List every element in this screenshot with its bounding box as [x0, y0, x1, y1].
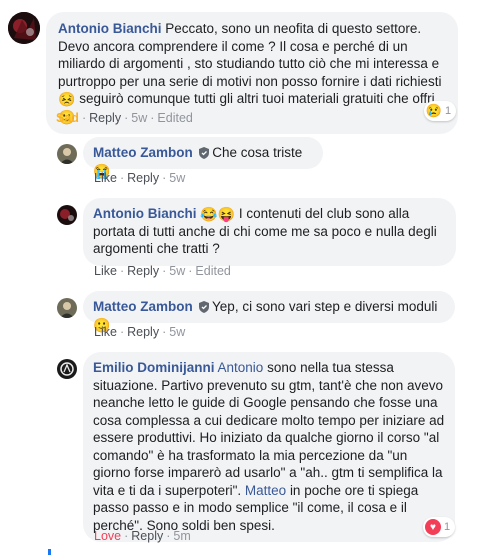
admin-shield-icon [198, 147, 209, 159]
comment-actions: Sad · Reply · 5w · Edited [56, 111, 193, 125]
tongue-out-emoji-icon: 😝 [217, 206, 236, 222]
comment-text: Yep, ci sono vari step e diversi moduli [212, 299, 438, 314]
author-name[interactable]: Antonio Bianchi [58, 21, 162, 36]
comment-actions: Like · Reply · 5w [94, 171, 186, 185]
persevering-face-emoji-icon: 😣 [58, 91, 76, 107]
comment-actions: Like · Reply · 5w · Edited [94, 264, 231, 278]
sad-reaction-icon: 😢 [425, 103, 443, 118]
comment-bubble: Matteo Zambon Yep, ci sono vari step e d… [83, 291, 455, 332]
timestamp[interactable]: 5w [169, 264, 185, 278]
avatar[interactable] [57, 144, 77, 164]
timestamp[interactable]: 5w [169, 325, 185, 339]
reaction-count-badge[interactable]: 😢 1 [424, 101, 457, 121]
mention-link[interactable]: Matteo [245, 483, 286, 498]
comment-bubble: Antonio Bianchi 😂😝 I contenuti del club … [83, 198, 456, 266]
timestamp[interactable]: 5w [131, 111, 147, 125]
comment-bubble: Matteo Zambon Che cosa triste 😭 [83, 137, 323, 178]
love-reaction-icon: ♥ [425, 519, 441, 535]
comment-text-continued: seguirò comunque tutti gli altri tuoi ma… [79, 91, 435, 106]
sad-reaction-button[interactable]: Sad [56, 111, 79, 125]
comment-text: sono nella tua stessa situazione. Partiv… [93, 360, 445, 498]
avatar[interactable] [57, 298, 77, 318]
reaction-count: 1 [444, 521, 451, 533]
avatar[interactable] [57, 205, 77, 225]
scroll-indicator [48, 549, 51, 555]
like-button[interactable]: Like [94, 264, 117, 278]
timestamp[interactable]: 5w [169, 171, 185, 185]
reaction-count: 1 [445, 105, 452, 117]
author-name[interactable]: Antonio Bianchi [93, 206, 197, 221]
reaction-count-badge[interactable]: ♥ 1 [423, 517, 456, 537]
admin-shield-icon [198, 301, 209, 313]
like-button[interactable]: Like [94, 171, 117, 185]
reply-button[interactable]: Reply [131, 529, 163, 543]
reply-button[interactable]: Reply [127, 264, 159, 278]
comment-actions: Love · Reply · 5m [94, 529, 191, 543]
comment-actions: Like · Reply · 5w [94, 325, 186, 339]
love-reaction-button[interactable]: Love [94, 529, 121, 543]
timestamp[interactable]: 5m [173, 529, 190, 543]
avatar[interactable] [8, 12, 40, 44]
reply-button[interactable]: Reply [127, 171, 159, 185]
like-button[interactable]: Like [94, 325, 117, 339]
laughing-tears-emoji-icon: 😂 [200, 206, 218, 222]
author-name[interactable]: Matteo Zambon [93, 299, 193, 314]
comment-text: Che cosa triste [212, 145, 303, 160]
edited-label[interactable]: Edited [157, 111, 192, 125]
mention-link[interactable]: Antonio [218, 360, 264, 375]
comment-bubble: Emilio Dominijanni Antonio sono nella tu… [83, 352, 455, 542]
author-name[interactable]: Emilio Dominijanni [93, 360, 215, 375]
edited-label[interactable]: Edited [195, 264, 230, 278]
author-name[interactable]: Matteo Zambon [93, 145, 193, 160]
reply-button[interactable]: Reply [127, 325, 159, 339]
reply-button[interactable]: Reply [89, 111, 121, 125]
avatar[interactable] [57, 359, 77, 379]
